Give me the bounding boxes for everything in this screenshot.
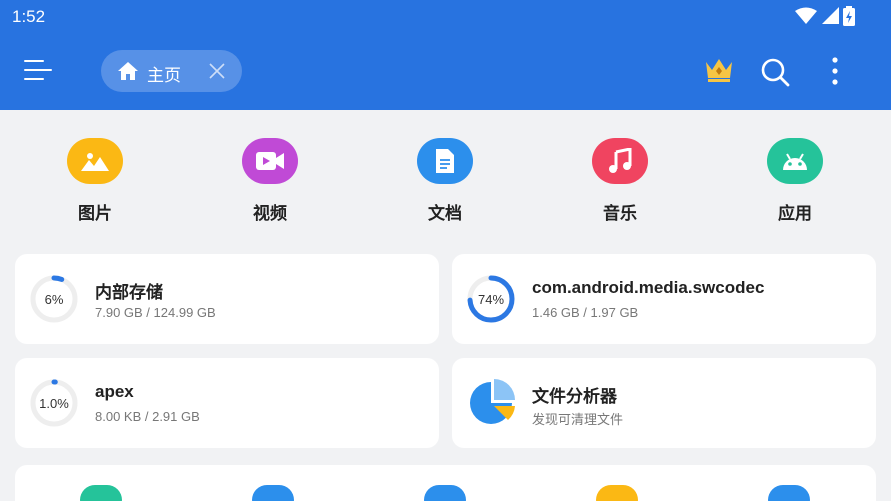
tab-home[interactable]: 主页	[101, 50, 242, 92]
crown-icon[interactable]	[704, 56, 734, 84]
home-icon	[118, 62, 138, 80]
android-icon	[767, 138, 823, 184]
app-header: 1:52 主页	[0, 0, 891, 110]
storage-size: 1.46 GB / 1.97 GB	[532, 305, 639, 320]
category-label: 视频	[253, 204, 287, 224]
document-icon	[417, 138, 473, 184]
category-music[interactable]: 音乐	[580, 138, 660, 224]
tool-icon[interactable]	[80, 485, 122, 501]
storage-size: 7.90 GB / 124.99 GB	[95, 305, 216, 320]
status-icons	[795, 6, 855, 26]
file-analyzer-card[interactable]: 文件分析器 发现可清理文件	[452, 358, 876, 448]
storage-title: 内部存储	[95, 283, 163, 303]
video-icon	[242, 138, 298, 184]
tab-home-label: 主页	[147, 66, 181, 86]
status-bar: 1:52	[0, 0, 891, 34]
music-icon	[592, 138, 648, 184]
category-apps[interactable]: 应用	[755, 138, 835, 224]
menu-button[interactable]	[24, 58, 54, 84]
wifi-icon	[795, 7, 817, 24]
usage-percent: 6%	[44, 291, 64, 307]
tool-icon[interactable]	[768, 485, 810, 501]
analyzer-subtitle: 发现可清理文件	[532, 413, 624, 428]
tool-icon[interactable]	[252, 485, 294, 501]
category-label: 音乐	[603, 204, 637, 224]
category-documents[interactable]: 文档	[405, 138, 485, 224]
battery-icon	[843, 6, 855, 26]
category-label: 应用	[778, 204, 812, 224]
search-icon[interactable]	[760, 57, 790, 87]
storage-title: apex	[95, 382, 134, 401]
status-time: 1:52	[12, 7, 46, 26]
category-label: 图片	[78, 204, 112, 224]
signal-icon	[822, 7, 839, 24]
storage-title: com.android.media.swcodec	[532, 278, 765, 297]
category-images[interactable]: 图片	[55, 138, 135, 224]
close-icon[interactable]	[209, 63, 225, 79]
image-icon	[67, 138, 123, 184]
category-videos[interactable]: 视频	[230, 138, 310, 224]
storage-card-internal[interactable]: 6% 内部存储 7.90 GB / 124.99 GB	[15, 254, 439, 344]
more-options-icon[interactable]	[826, 56, 844, 86]
category-row: 图片 视频 文档 音乐 应用	[0, 110, 891, 240]
storage-card-apex[interactable]: 1.0% apex 8.00 KB / 2.91 GB	[15, 358, 439, 448]
tool-icon[interactable]	[424, 485, 466, 501]
tool-icon[interactable]	[596, 485, 638, 501]
usage-percent: 1.0%	[39, 395, 69, 411]
tools-row	[15, 465, 876, 501]
storage-size: 8.00 KB / 2.91 GB	[95, 409, 200, 424]
storage-card-swcodec[interactable]: 74% com.android.media.swcodec 1.46 GB / …	[452, 254, 876, 344]
category-label: 文档	[428, 204, 462, 224]
analyzer-title: 文件分析器	[532, 387, 617, 407]
pie-chart-icon	[470, 379, 515, 424]
usage-percent: 74%	[477, 291, 505, 307]
